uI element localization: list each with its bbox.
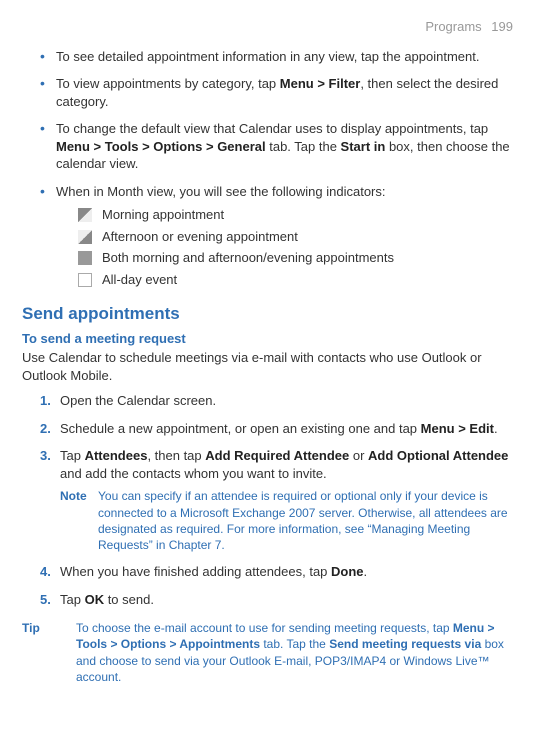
header-page-number: 199 <box>491 19 513 34</box>
step-item: Tap OK to send. <box>40 591 513 609</box>
legend-row-morning: Morning appointment <box>78 206 513 224</box>
section-title-send-appointments: Send appointments <box>22 303 513 326</box>
step-text: Tap <box>60 448 85 463</box>
legend-row-both: Both morning and afternoon/evening appoi… <box>78 249 513 267</box>
tip-part: tab. Tap the <box>260 637 329 651</box>
afternoon-indicator-icon <box>78 230 92 244</box>
menu-path: Menu > Edit <box>421 421 494 436</box>
step-item: When you have finished adding attendees,… <box>40 563 513 581</box>
step-item: Tap Attendees, then tap Add Required Att… <box>40 447 513 553</box>
indicator-legend: Morning appointment Afternoon or evening… <box>56 206 513 288</box>
legend-row-allday: All-day event <box>78 271 513 289</box>
legend-label: Both morning and afternoon/evening appoi… <box>102 249 394 267</box>
step-text: or <box>349 448 368 463</box>
menu-path: Start in <box>341 139 386 154</box>
step-text: to send. <box>104 592 154 607</box>
note-block: Note You can specify if an attendee is r… <box>60 488 513 553</box>
both-indicator-icon <box>78 251 92 265</box>
list-item: To view appointments by category, tap Me… <box>40 75 513 110</box>
ui-label: Add Optional Attendee <box>368 448 508 463</box>
morning-indicator-icon <box>78 208 92 222</box>
legend-label: Afternoon or evening appointment <box>102 228 298 246</box>
ui-label: Send meeting requests via <box>329 637 481 651</box>
tip-text: To choose the e-mail account to use for … <box>76 620 513 685</box>
menu-path: Menu > Tools > Options > General <box>56 139 266 154</box>
step-text: Open the Calendar screen. <box>60 393 216 408</box>
page-header: Programs 199 <box>22 18 513 36</box>
step-text: When you have finished adding attendees,… <box>60 564 331 579</box>
header-section: Programs <box>425 19 481 34</box>
note-text: You can specify if an attendee is requir… <box>98 488 513 553</box>
list-text: To see detailed appointment information … <box>56 49 480 64</box>
steps-list: Open the Calendar screen. Schedule a new… <box>22 392 513 608</box>
step-text: , then tap <box>147 448 205 463</box>
ui-label: Add Required Attendee <box>205 448 349 463</box>
list-text: tab. Tap the <box>266 139 341 154</box>
subsection-title-meeting-request: To send a meeting request <box>22 330 513 348</box>
step-text: and add the contacts whom you want to in… <box>60 466 327 481</box>
menu-path: Menu > Filter <box>280 76 361 91</box>
step-text: Schedule a new appointment, or open an e… <box>60 421 421 436</box>
legend-label: Morning appointment <box>102 206 224 224</box>
list-item: To see detailed appointment information … <box>40 48 513 66</box>
list-item: When in Month view, you will see the fol… <box>40 183 513 289</box>
tip-part: To choose the e-mail account to use for … <box>76 621 453 635</box>
ui-label: Attendees <box>85 448 148 463</box>
step-item: Open the Calendar screen. <box>40 392 513 410</box>
step-text: . <box>364 564 368 579</box>
list-item: To change the default view that Calendar… <box>40 120 513 173</box>
tip-block: Tip To choose the e-mail account to use … <box>22 620 513 685</box>
step-item: Schedule a new appointment, or open an e… <box>40 420 513 438</box>
allday-indicator-icon <box>78 273 92 287</box>
list-text: To change the default view that Calendar… <box>56 121 488 136</box>
note-label: Note <box>60 488 98 553</box>
tip-label: Tip <box>22 620 76 685</box>
list-text: To view appointments by category, tap <box>56 76 280 91</box>
step-text: . <box>494 421 498 436</box>
list-text: When in Month view, you will see the fol… <box>56 184 386 199</box>
step-text: Tap <box>60 592 85 607</box>
ui-label: Done <box>331 564 364 579</box>
intro-paragraph: Use Calendar to schedule meetings via e-… <box>22 349 513 384</box>
tips-list: To see detailed appointment information … <box>22 48 513 289</box>
legend-row-afternoon: Afternoon or evening appointment <box>78 228 513 246</box>
ui-label: OK <box>85 592 105 607</box>
legend-label: All-day event <box>102 271 177 289</box>
